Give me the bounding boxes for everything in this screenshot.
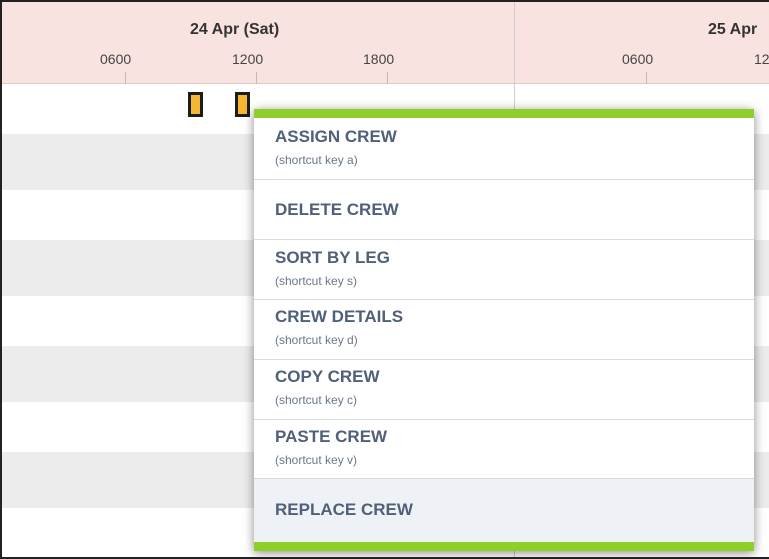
schedule-board: 24 Apr (Sat) 25 Apr 0600 1200 1800 0600 … [0,0,769,559]
crew-assignment-block[interactable] [188,92,203,117]
menu-item-hint: (shortcut key a) [275,153,358,167]
menu-item-assign-crew[interactable]: ASSIGN CREW (shortcut key a) [254,118,754,180]
menu-item-crew-details[interactable]: CREW DETAILS (shortcut key d) [254,300,754,360]
hour-tick [387,72,388,84]
menu-item-label: DELETE CREW [275,200,399,219]
menu-item-sort-by-leg[interactable]: SORT BY LEG (shortcut key s) [254,240,754,300]
menu-item-copy-crew[interactable]: COPY CREW (shortcut key c) [254,360,754,420]
crew-assignment-block[interactable] [235,92,250,117]
hour-tick [646,72,647,84]
menu-item-hint: (shortcut key d) [275,333,358,347]
context-menu: ASSIGN CREW (shortcut key a) DELETE CREW… [254,109,754,551]
hour-tick [125,72,126,84]
day-label: 24 Apr (Sat) [190,21,280,38]
day-label: 25 Apr [708,21,758,38]
timeline-header: 24 Apr (Sat) 25 Apr 0600 1200 1800 0600 … [2,2,769,84]
menu-item-hint: (shortcut key c) [275,393,358,407]
menu-item-hint: (shortcut key s) [275,274,358,288]
menu-item-label: PASTE CREW [275,427,388,446]
menu-item-label: COPY CREW [275,367,380,386]
menu-item-hint: (shortcut key v) [275,453,358,467]
menu-item-replace-crew[interactable]: REPLACE CREW [254,479,754,542]
menu-item-label: SORT BY LEG [275,248,390,267]
menu-item-label: ASSIGN CREW [275,127,397,146]
hour-tick [256,72,257,84]
hour-label: 12 [754,51,769,67]
hour-label: 1200 [232,51,264,67]
hour-label: 0600 [100,51,132,67]
hour-label: 0600 [622,51,654,67]
menu-item-label: CREW DETAILS [275,307,404,326]
hour-label: 1800 [363,51,395,67]
menu-item-paste-crew[interactable]: PASTE CREW (shortcut key v) [254,420,754,479]
menu-item-label: REPLACE CREW [275,500,413,519]
menu-item-delete-crew[interactable]: DELETE CREW [254,180,754,240]
